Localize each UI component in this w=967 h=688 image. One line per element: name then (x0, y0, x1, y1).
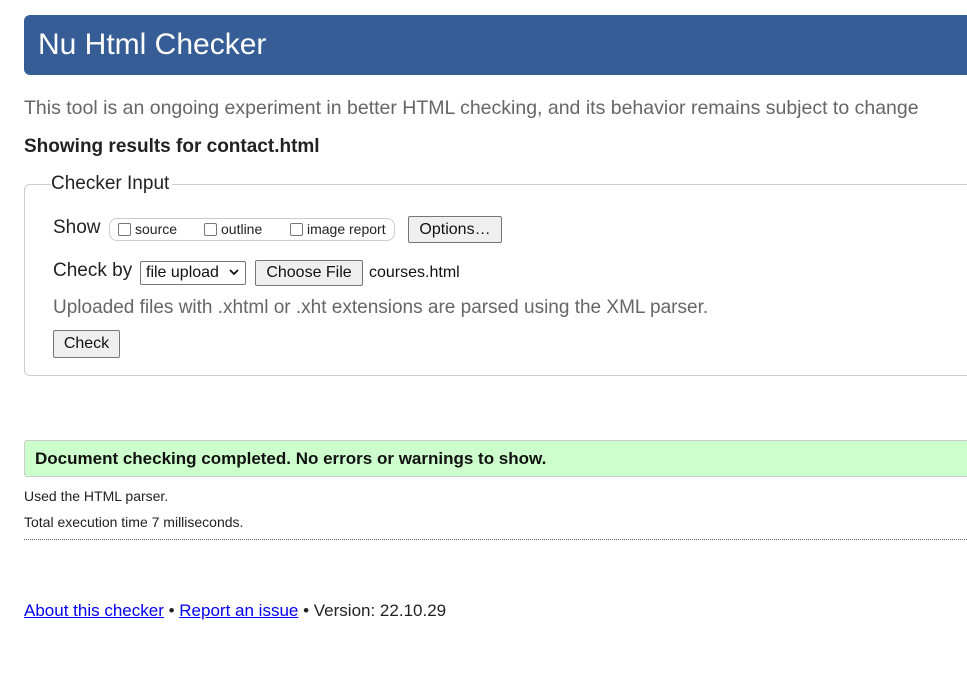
header-banner: Nu Html Checker (24, 15, 967, 75)
footer: About this checker • Report an issue • V… (24, 600, 446, 622)
check-button[interactable]: Check (53, 330, 120, 358)
image-report-checkbox-label: image report (307, 221, 386, 237)
options-button[interactable]: Options… (408, 216, 502, 243)
show-label: Show (53, 217, 101, 238)
source-checkbox-option[interactable]: source (118, 218, 177, 240)
image-report-checkbox[interactable] (290, 222, 303, 236)
outline-checkbox[interactable] (204, 222, 217, 236)
page-title: Nu Html Checker (38, 28, 267, 61)
check-by-label: Check by (53, 260, 133, 281)
source-checkbox-label: source (135, 221, 178, 237)
outline-checkbox-option[interactable]: outline (204, 218, 262, 240)
success-message-box: Document checking completed. No errors o… (24, 440, 967, 477)
source-checkbox[interactable] (118, 222, 131, 236)
version-text: Version: 22.10.29 (313, 601, 447, 620)
chevron-down-icon (229, 269, 239, 276)
execution-time: Total execution time 7 milliseconds. (24, 514, 244, 530)
footer-separator: • (303, 601, 310, 620)
image-report-checkbox-option[interactable]: image report (290, 218, 386, 240)
parser-note: Used the HTML parser. (24, 488, 169, 504)
results-heading: Showing results for contact.html (24, 136, 320, 157)
tagline: This tool is an ongoing experiment in be… (24, 97, 919, 119)
about-checker-link[interactable]: About this checker (24, 601, 164, 620)
xml-parser-note: Uploaded files with .xhtml or .xht exten… (53, 297, 709, 318)
outline-checkbox-label: outline (221, 221, 263, 237)
footer-separator: • (168, 601, 175, 620)
selected-file-name: courses.html (369, 264, 460, 281)
checker-input-legend: Checker Input (51, 172, 173, 196)
check-method-select[interactable]: file upload (140, 261, 246, 285)
check-method-selected-value: file upload (146, 264, 219, 281)
divider (24, 539, 967, 540)
choose-file-button[interactable]: Choose File (255, 260, 363, 286)
report-issue-link[interactable]: Report an issue (179, 601, 298, 620)
success-message: Document checking completed. No errors o… (35, 449, 547, 468)
